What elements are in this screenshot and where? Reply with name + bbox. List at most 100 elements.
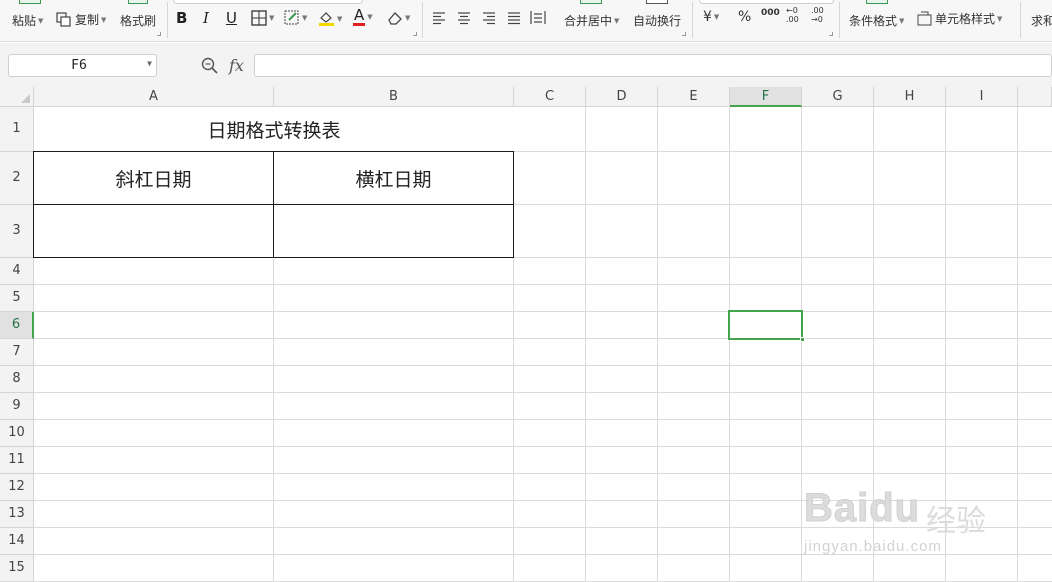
format-painter-button[interactable]: 格式刷 [120, 12, 156, 29]
copy-button[interactable]: 复制 ▼ [56, 11, 106, 28]
borders-button[interactable]: ▼ [251, 10, 274, 26]
active-cell-f6[interactable] [728, 310, 805, 342]
column-header-a[interactable]: A [34, 87, 274, 107]
italic-icon: I [203, 9, 209, 27]
sum-button[interactable]: 求和 [1031, 12, 1052, 29]
bold-button[interactable]: B [176, 9, 187, 27]
row-header-7[interactable]: 7 [0, 339, 34, 366]
conditional-format-button[interactable]: 条件格式 ▼ [849, 12, 904, 29]
zoom-formula-icon[interactable] [201, 57, 218, 74]
gridline [34, 446, 1052, 447]
align-right-button[interactable] [482, 11, 496, 25]
number-launcher-icon[interactable] [829, 32, 833, 36]
row-header-14[interactable]: 14 [0, 528, 34, 555]
row-header-10[interactable]: 10 [0, 420, 34, 447]
format-painter-icon [128, 0, 148, 4]
thousands-separator-button[interactable]: 000 [761, 8, 780, 18]
row-header-8[interactable]: 8 [0, 366, 34, 393]
align-right-icon [482, 11, 496, 25]
column-header-b[interactable]: B [274, 87, 514, 107]
decrease-decimal-button[interactable]: .00 →0 [811, 6, 824, 24]
column-header-h[interactable]: H [874, 87, 946, 107]
separator [839, 2, 840, 38]
separator [167, 2, 168, 38]
row-header-6[interactable]: 6 [0, 312, 34, 339]
italic-button[interactable]: I [203, 9, 209, 27]
cell-style-icon [917, 11, 932, 26]
cell-style-button[interactable]: 单元格样式 ▼ [917, 10, 1002, 27]
cell-style-label: 单元格样式 [935, 12, 996, 26]
column-header-d[interactable]: D [586, 87, 658, 107]
row-header-5[interactable]: 5 [0, 285, 34, 312]
align-left-button[interactable] [432, 11, 446, 25]
separator [422, 2, 423, 38]
fill-color-button[interactable]: ▼ [318, 10, 342, 27]
font-name-dropdown[interactable] [173, 0, 363, 4]
paste-icon [19, 0, 41, 4]
row-header-4[interactable]: 4 [0, 258, 34, 285]
cell-b2[interactable]: 横杠日期 [273, 151, 514, 205]
column-header-g[interactable]: G [802, 87, 874, 107]
font-launcher-icon[interactable] [413, 32, 417, 36]
percent-button[interactable]: % [738, 9, 751, 25]
currency-button[interactable]: ¥ ▼ [703, 9, 719, 25]
spreadsheet-grid: A B C D E F G H I 1 2 3 4 5 6 7 8 9 10 1… [0, 87, 1052, 582]
wrap-text-button[interactable]: 自动换行 [633, 12, 681, 29]
formula-input[interactable] [254, 54, 1052, 77]
increase-decimal-button[interactable]: ←0 .00 [786, 6, 799, 24]
formula-bar: F6 ▼ fx [0, 43, 1052, 87]
number-format-dropdown[interactable] [699, 0, 834, 4]
chevron-down-icon[interactable]: ▼ [147, 59, 152, 68]
decrease-decimal-icon: .00 →0 [811, 6, 824, 24]
name-box[interactable]: F6 ▼ [8, 54, 157, 77]
distributed-align-button[interactable] [530, 10, 546, 25]
gridline [34, 365, 1052, 366]
clear-format-button[interactable]: ▼ [387, 10, 410, 26]
percent-icon: % [738, 9, 752, 25]
paste-button[interactable]: 粘贴 ▼ [12, 12, 43, 29]
gridline [34, 284, 1052, 285]
separator [692, 2, 693, 38]
row-header-15[interactable]: 15 [0, 555, 34, 582]
column-header-f[interactable]: F [730, 87, 802, 107]
cell-a2[interactable]: 斜杠日期 [33, 151, 274, 205]
column-header-c[interactable]: C [514, 87, 586, 107]
merge-center-button[interactable]: 合并居中 ▼ [564, 12, 619, 29]
cell-b3[interactable] [273, 204, 514, 258]
row-header-13[interactable]: 13 [0, 501, 34, 528]
select-all-corner[interactable] [0, 87, 34, 107]
row-header-1[interactable]: 1 [0, 107, 34, 152]
gridline [34, 311, 1052, 312]
alignment-launcher-icon[interactable] [682, 32, 686, 36]
row-header-3[interactable]: 3 [0, 205, 34, 258]
column-header-i[interactable]: I [946, 87, 1018, 107]
font-color-button[interactable]: A ▼ [353, 8, 373, 26]
column-header-next[interactable] [1018, 87, 1052, 107]
eraser-icon [387, 10, 403, 26]
fill-handle[interactable] [800, 337, 805, 342]
align-center-button[interactable] [457, 11, 471, 25]
chevron-down-icon: ▼ [614, 16, 620, 25]
column-header-e[interactable]: E [658, 87, 730, 107]
merge-center-icon [580, 0, 602, 4]
watermark-url: jingyan.baidu.com [804, 538, 942, 555]
underline-button[interactable]: U [226, 9, 237, 27]
gridline [34, 392, 1052, 393]
watermark: Baidu 经验 jingyan.baidu.com [800, 470, 1040, 582]
font-color-icon: A [353, 6, 366, 26]
chevron-down-icon: ▼ [38, 16, 44, 25]
align-center-icon [457, 11, 471, 25]
clipboard-launcher-icon[interactable] [157, 32, 161, 36]
row-header-12[interactable]: 12 [0, 474, 34, 501]
row-header-11[interactable]: 11 [0, 447, 34, 474]
row-header-9[interactable]: 9 [0, 393, 34, 420]
row-header-2[interactable]: 2 [0, 152, 34, 205]
cell-a1-title[interactable]: 日期格式转换表 [34, 107, 514, 151]
cell-fill-style-button[interactable]: ▼ [284, 10, 307, 26]
cell-a3[interactable] [33, 204, 274, 258]
currency-icon: ¥ [703, 9, 712, 25]
wrap-text-icon [646, 0, 668, 4]
justify-button[interactable] [507, 11, 521, 25]
insert-function-icon[interactable]: fx [229, 56, 244, 75]
chevron-down-icon: ▼ [101, 15, 107, 24]
